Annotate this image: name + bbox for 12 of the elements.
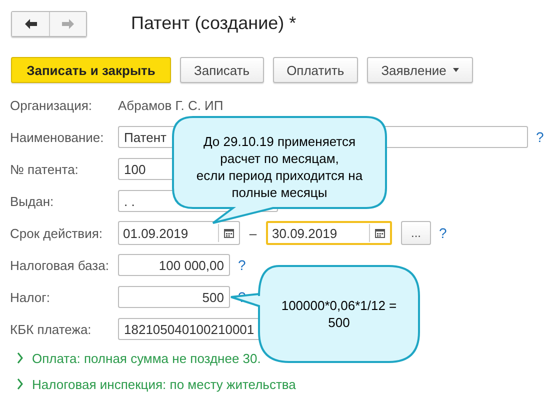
range-dash: – — [248, 226, 258, 240]
window-title: Патент (создание) * — [131, 13, 296, 34]
field-label: № патента: — [10, 162, 80, 176]
field-label: Налог: — [10, 290, 51, 304]
organization-value: Абрамов Г. С. ИП — [118, 98, 224, 112]
field-label: Срок действия: — [10, 226, 104, 240]
field-label: Наименование: — [10, 130, 105, 144]
field-label: Налоговая база: — [10, 258, 110, 272]
field-label: Организация: — [10, 98, 94, 112]
callout-tooltip: До 29.10.19 применяется расчет по месяцам, если период приходится на полные месяцы — [172, 116, 387, 225]
field-label: Выдан: — [10, 194, 55, 208]
field-label: КБК платежа: — [10, 322, 92, 336]
